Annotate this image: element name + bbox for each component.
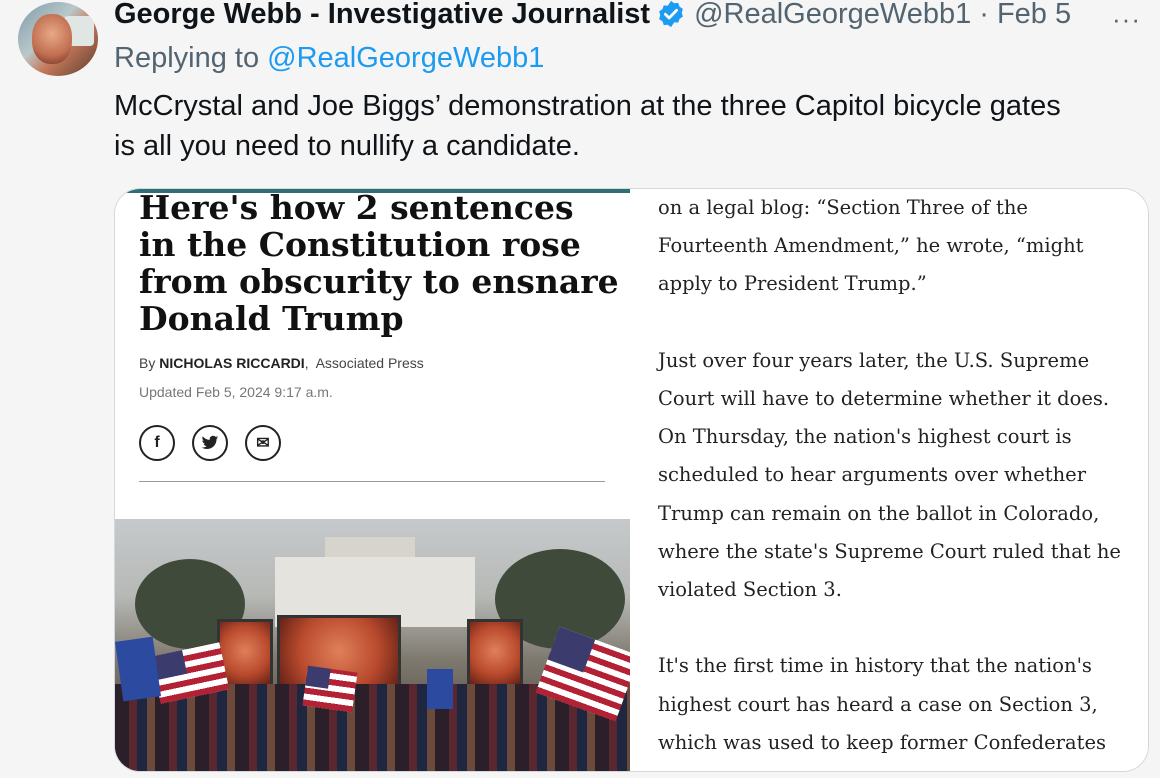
reply-handle-link[interactable]: @RealGeorgeWebb1 [267, 42, 544, 74]
tweet-text: McCrystal and Joe Biggs’ demonstration a… [114, 86, 1144, 166]
tweet-text-line: McCrystal and Joe Biggs’ demonstration a… [114, 90, 1061, 122]
handle[interactable]: @RealGeorgeWebb1 [694, 0, 971, 31]
avatar[interactable] [18, 2, 98, 76]
article-headline: Here's how 2 sentences in the Constituti… [139, 188, 619, 338]
reply-context: Replying to @RealGeorgeWebb1 [114, 42, 544, 75]
article-screenshot-left: Here's how 2 sentences in the Constituti… [115, 188, 630, 771]
reply-prefix: Replying to [114, 42, 260, 74]
photo-flag [302, 665, 358, 713]
article-body: on a legal blog: “Section Three of the F… [658, 189, 1138, 771]
outlet-name: Associated Press [315, 355, 424, 371]
article-updated: Updated Feb 5, 2024 9:17 a.m. [139, 384, 333, 400]
article-byline: By NICHOLAS RICCARDI, Associated Press [139, 355, 424, 371]
facebook-icon: f [139, 425, 175, 461]
photo-blue-flag [115, 636, 161, 702]
article-photo [115, 519, 630, 771]
more-options-icon[interactable]: ··· [1112, 4, 1141, 35]
tweet-media[interactable]: Here's how 2 sentences in the Constituti… [114, 188, 1149, 772]
display-name[interactable]: George Webb - Investigative Journalist [114, 0, 650, 31]
avatar-face [32, 14, 72, 64]
twitter-icon [192, 425, 228, 461]
article-paragraph: on a legal blog: “Section Three of the F… [658, 196, 1084, 296]
email-icon: ✉ [245, 425, 281, 461]
photo-screen [467, 619, 523, 689]
author-name: NICHOLAS RICCARDI [159, 355, 305, 371]
byline-prefix: By [139, 355, 156, 371]
photo-blue-flag [427, 669, 453, 709]
tweet-header: George Webb - Investigative Journalist @… [114, 0, 1071, 34]
byline-separator: , [304, 355, 309, 371]
tweet-text-line: is all you need to nullify a candidate. [114, 130, 580, 162]
article-paragraph: Just over four years later, the U.S. Sup… [658, 348, 1121, 602]
article-screenshot-right: on a legal blog: “Section Three of the F… [630, 189, 1148, 771]
article-divider [139, 481, 605, 482]
separator-dot: · [979, 0, 989, 30]
tweet-date[interactable]: Feb 5 [997, 0, 1071, 31]
article-paragraph: It's the first time in history that the … [658, 654, 1106, 754]
verified-badge-icon [656, 0, 686, 29]
